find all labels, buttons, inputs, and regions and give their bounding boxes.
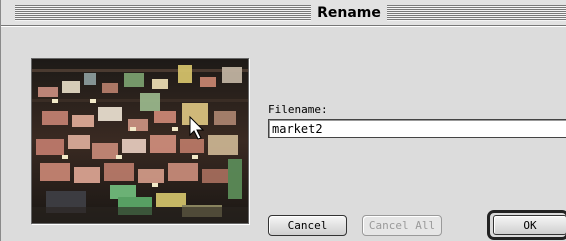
- ok-button[interactable]: OK: [493, 215, 566, 235]
- title-bar-stripes-left: [15, 5, 311, 21]
- filename-label: Filename:: [268, 103, 328, 116]
- cancel-all-button[interactable]: Cancel All: [362, 215, 442, 236]
- image-thumbnail-icon: [32, 59, 248, 223]
- cancel-button[interactable]: Cancel: [268, 215, 347, 236]
- title-bar-stripes-right: [387, 5, 566, 21]
- dialog-content: Filename: Cancel Cancel All OK: [1, 26, 566, 241]
- image-preview: [31, 58, 249, 224]
- title-bar[interactable]: Rename: [1, 0, 566, 26]
- rename-dialog: Rename Filename: market2 Cancel Cancel A…: [0, 0, 566, 241]
- window-title: Rename: [317, 5, 381, 21]
- filename-field[interactable]: [268, 119, 566, 138]
